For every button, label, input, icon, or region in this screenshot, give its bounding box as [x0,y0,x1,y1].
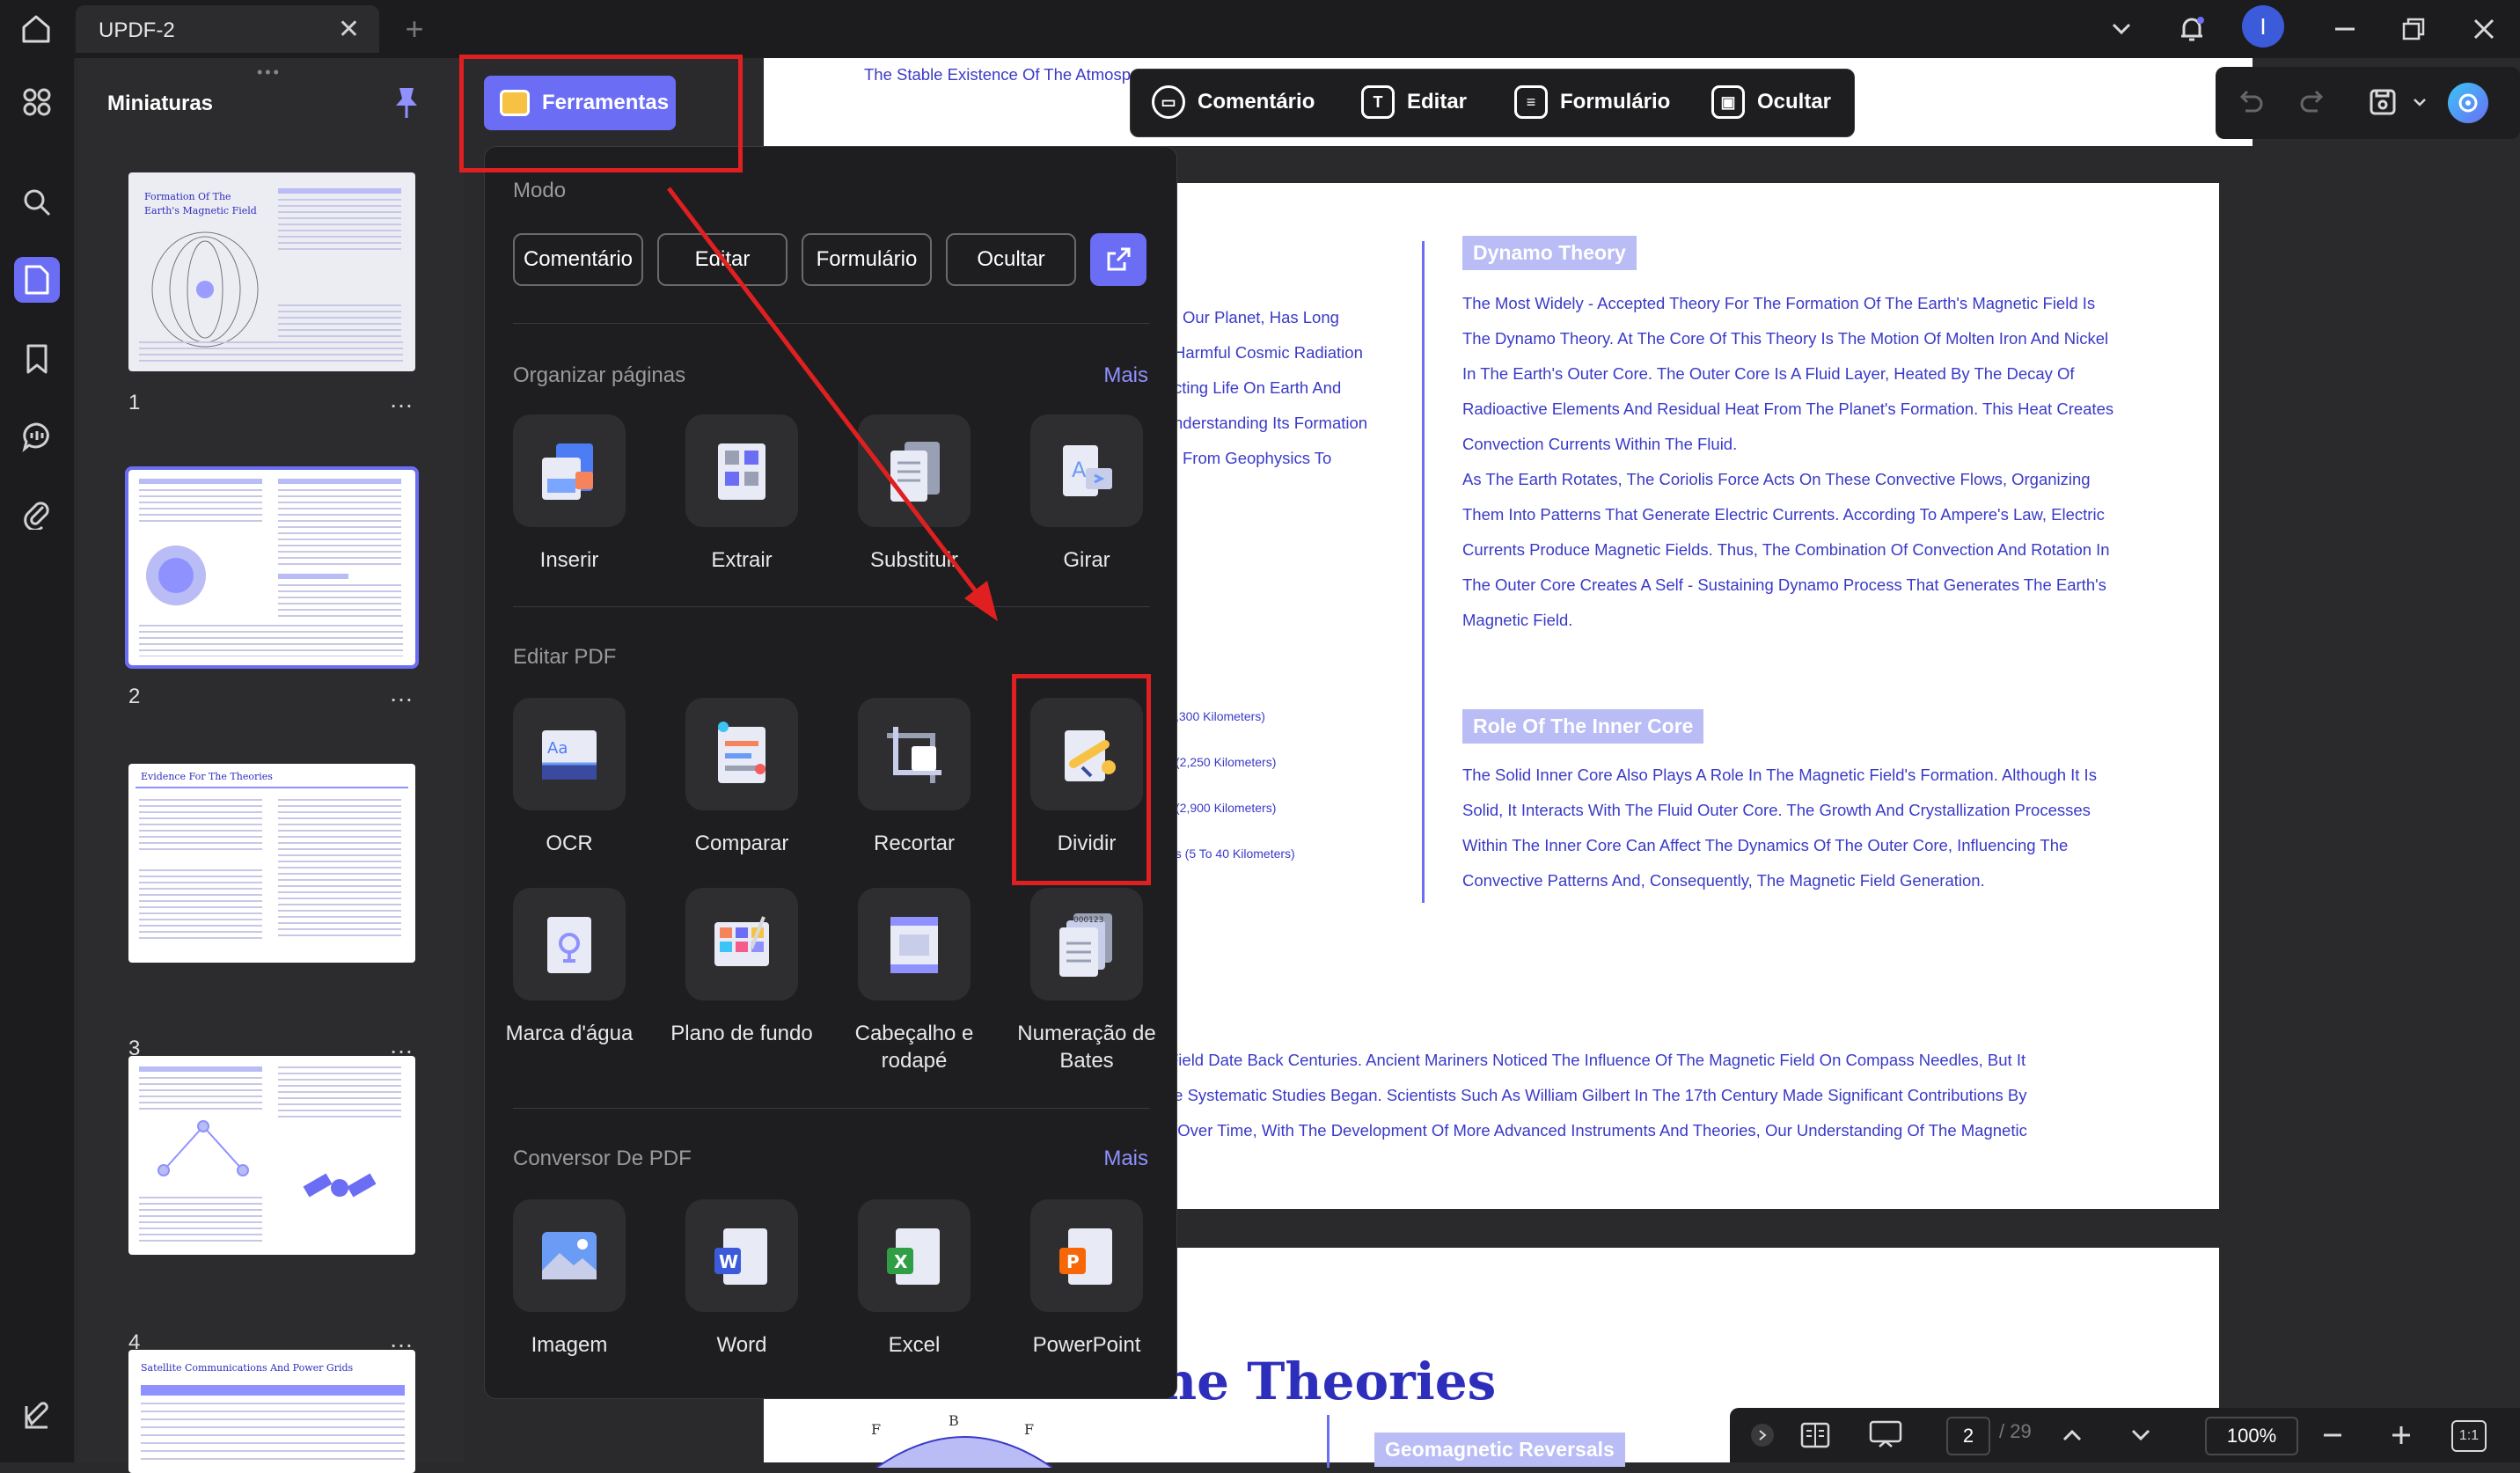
actual-size-button[interactable]: 1:1 [2451,1420,2487,1452]
zoom-in-icon[interactable] [2388,1422,2414,1453]
actual-size-label: 1:1 [2458,1428,2480,1443]
page-number-input[interactable]: 2 [1946,1417,1990,1455]
collapse-icon[interactable] [1751,1424,1774,1447]
annotation-arrow [667,187,998,621]
previous-page-icon[interactable] [2059,1422,2085,1453]
page-layout-icon[interactable] [1798,1418,1832,1456]
zoom-level[interactable]: 100% [2205,1417,2298,1455]
zoom-value: 100% [2226,1425,2277,1447]
current-page: 2 [1962,1425,1974,1447]
next-page-icon[interactable] [2128,1422,2154,1453]
bottom-toolbar: 2 / 29 100% 1:1 [1730,1408,2520,1462]
presentation-icon[interactable] [1867,1418,1904,1456]
page-total: / 29 [1999,1420,2032,1442]
zoom-out-icon[interactable] [2319,1422,2346,1453]
